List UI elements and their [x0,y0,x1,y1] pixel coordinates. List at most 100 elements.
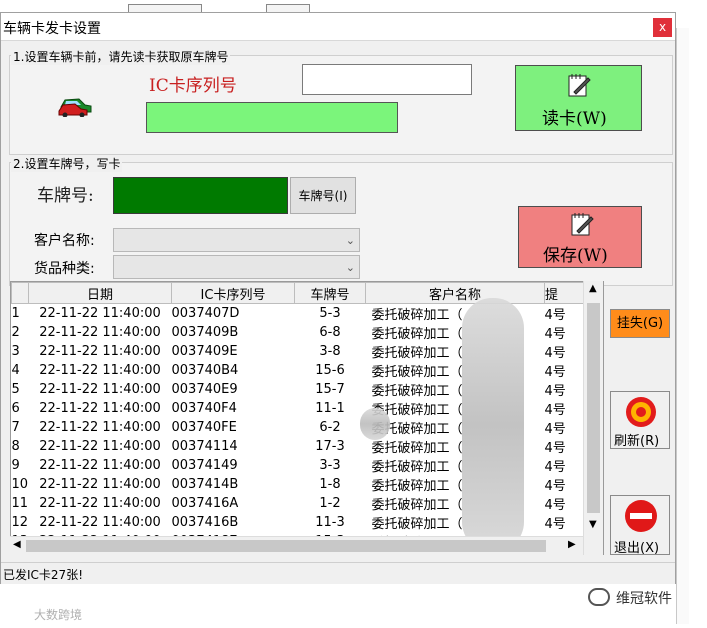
cell-date: 22-11-22 11:40:00 [39,306,161,321]
cell-plate: 6-8 [319,325,341,340]
cell-date: 22-11-22 11:40:00 [39,458,161,473]
cell-date: 22-11-22 11:40:00 [39,344,161,359]
chevron-down-icon: ⌄ [345,261,355,274]
close-button[interactable]: x [653,18,672,37]
refresh-label: 刷新(R) [614,434,660,449]
no-entry-icon [625,500,657,532]
cell-ic-serial: 00374114 [171,439,238,454]
cell-date: 22-11-22 11:40:00 [39,420,161,435]
cell-ic-serial: 003740E9 [171,382,238,397]
refresh-button[interactable]: 刷新(R) [610,391,670,449]
notepad-pencil-icon [571,213,594,236]
cell-date: 22-11-22 11:40:00 [39,496,161,511]
horizontal-scroll-thumb[interactable] [26,540,546,552]
cell-index: 11 [11,496,29,511]
car-icon [57,93,97,118]
cell-index: 4 [11,363,20,378]
cell-date: 22-11-22 11:40:00 [39,439,161,454]
watermark-right: 维冠软件 [616,591,672,607]
cell-plate: 1-2 [319,496,341,511]
cell-date: 22-11-22 11:40:00 [39,515,161,530]
read-card-group-title: 1.设置车辆卡前，请先读卡获取原车牌号 [11,48,231,65]
cell-plate: 15-7 [315,382,345,397]
read-card-button[interactable]: 读卡(W) [515,65,642,131]
cell-ic-serial: 003740FE [171,420,237,435]
cell-plate: 15-6 [315,363,345,378]
chevron-down-icon: ⌄ [345,234,355,247]
cell-ic-serial: 0037414B [171,477,239,492]
cell-index: 8 [11,439,20,454]
scroll-right-icon[interactable]: ▶ [568,539,576,550]
scroll-down-icon[interactable]: ▼ [589,519,597,530]
cell-ic-serial: 0037416B [171,515,239,530]
cell-plate: 5-3 [319,306,341,321]
cell-index: 3 [11,344,20,359]
cell-index: 5 [11,382,20,397]
background-window-edge [676,28,689,624]
cell-index: 7 [11,420,20,435]
report-loss-button[interactable]: 挂失(G) [610,309,670,338]
goods-type-label: 货品种类: [34,261,95,277]
ic-serial-input[interactable] [302,64,472,95]
status-text: 已发IC卡27张! [3,568,83,582]
write-card-group-title: 2.设置车牌号，写卡 [11,155,123,172]
plate-number-button[interactable]: 车牌号(I) [290,177,356,214]
cell-plate: 11-1 [315,401,345,416]
cell-plate: 3-8 [319,344,341,359]
read-card-label: 读卡(W) [542,109,607,129]
cell-ic-serial: 00374149 [171,458,238,473]
save-button[interactable]: 保存(W) [518,206,642,268]
target-icon [626,397,656,427]
exit-label: 退出(X) [614,541,660,556]
exit-button[interactable]: 退出(X) [610,495,670,556]
cell-ic-serial: 0037409B [171,325,239,340]
column-header-customer[interactable]: 客户名称 [365,282,545,304]
cell-plate: 6-2 [319,420,341,435]
cell-date: 22-11-22 11:40:00 [39,363,161,378]
customer-name-label: 客户名称: [34,233,95,249]
cell-index: 12 [11,515,29,530]
privacy-blur [360,408,390,440]
cell-plate: 1-8 [319,477,341,492]
table-horizontal-scrollbar[interactable]: ◀ ▶ [10,536,583,555]
cell-ic-serial: 0037407D [171,306,240,321]
column-header-plate[interactable]: 车牌号 [294,282,366,304]
notepad-pencil-icon [568,74,591,97]
scroll-left-icon[interactable]: ◀ [13,539,21,550]
cell-plate: 17-3 [315,439,345,454]
goods-type-select[interactable]: ⌄ [113,255,360,279]
cell-ic-serial: 003740F4 [171,401,237,416]
cell-ic-serial: 0037416A [171,496,239,511]
cell-plate: 11-3 [315,515,345,530]
table-vertical-scrollbar[interactable]: ▲ ▼ [583,281,603,555]
cell-date: 22-11-22 11:40:00 [39,382,161,397]
cell-ic-serial: 0037409E [171,344,238,359]
scroll-thumb[interactable] [587,303,600,513]
watermark-left: 大数跨境 [34,608,83,622]
cell-index: 10 [11,477,29,492]
plate-number-label: 车牌号: [37,186,94,206]
cell-index: 2 [11,325,20,340]
status-bar: 已发IC卡27张! [1,562,675,584]
title-bar: 车辆卡发卡设置 x [1,13,675,41]
cell-ic-serial: 003740B4 [171,363,239,378]
column-header-date[interactable]: 日期 [28,282,172,304]
save-label: 保存(W) [543,246,608,266]
ic-serial-label: IC卡序列号 [149,76,237,96]
column-header-ic-serial[interactable]: IC卡序列号 [171,282,295,304]
cell-date: 22-11-22 11:40:00 [39,401,161,416]
cell-date: 22-11-22 11:40:00 [39,325,161,340]
cell-index: 6 [11,401,20,416]
cell-index: 1 [11,306,20,321]
cell-index: 9 [11,458,20,473]
column-header-index[interactable] [11,282,29,304]
plate-number-display[interactable] [113,177,288,214]
scroll-up-icon[interactable]: ▲ [589,283,597,294]
window-title: 车辆卡发卡设置 [3,21,101,37]
privacy-blur [462,298,524,552]
cell-plate: 3-3 [319,458,341,473]
wechat-icon [588,588,610,606]
cell-date: 22-11-22 11:40:00 [39,477,161,492]
ic-serial-display [146,102,398,133]
customer-name-select[interactable]: ⌄ [113,228,360,252]
